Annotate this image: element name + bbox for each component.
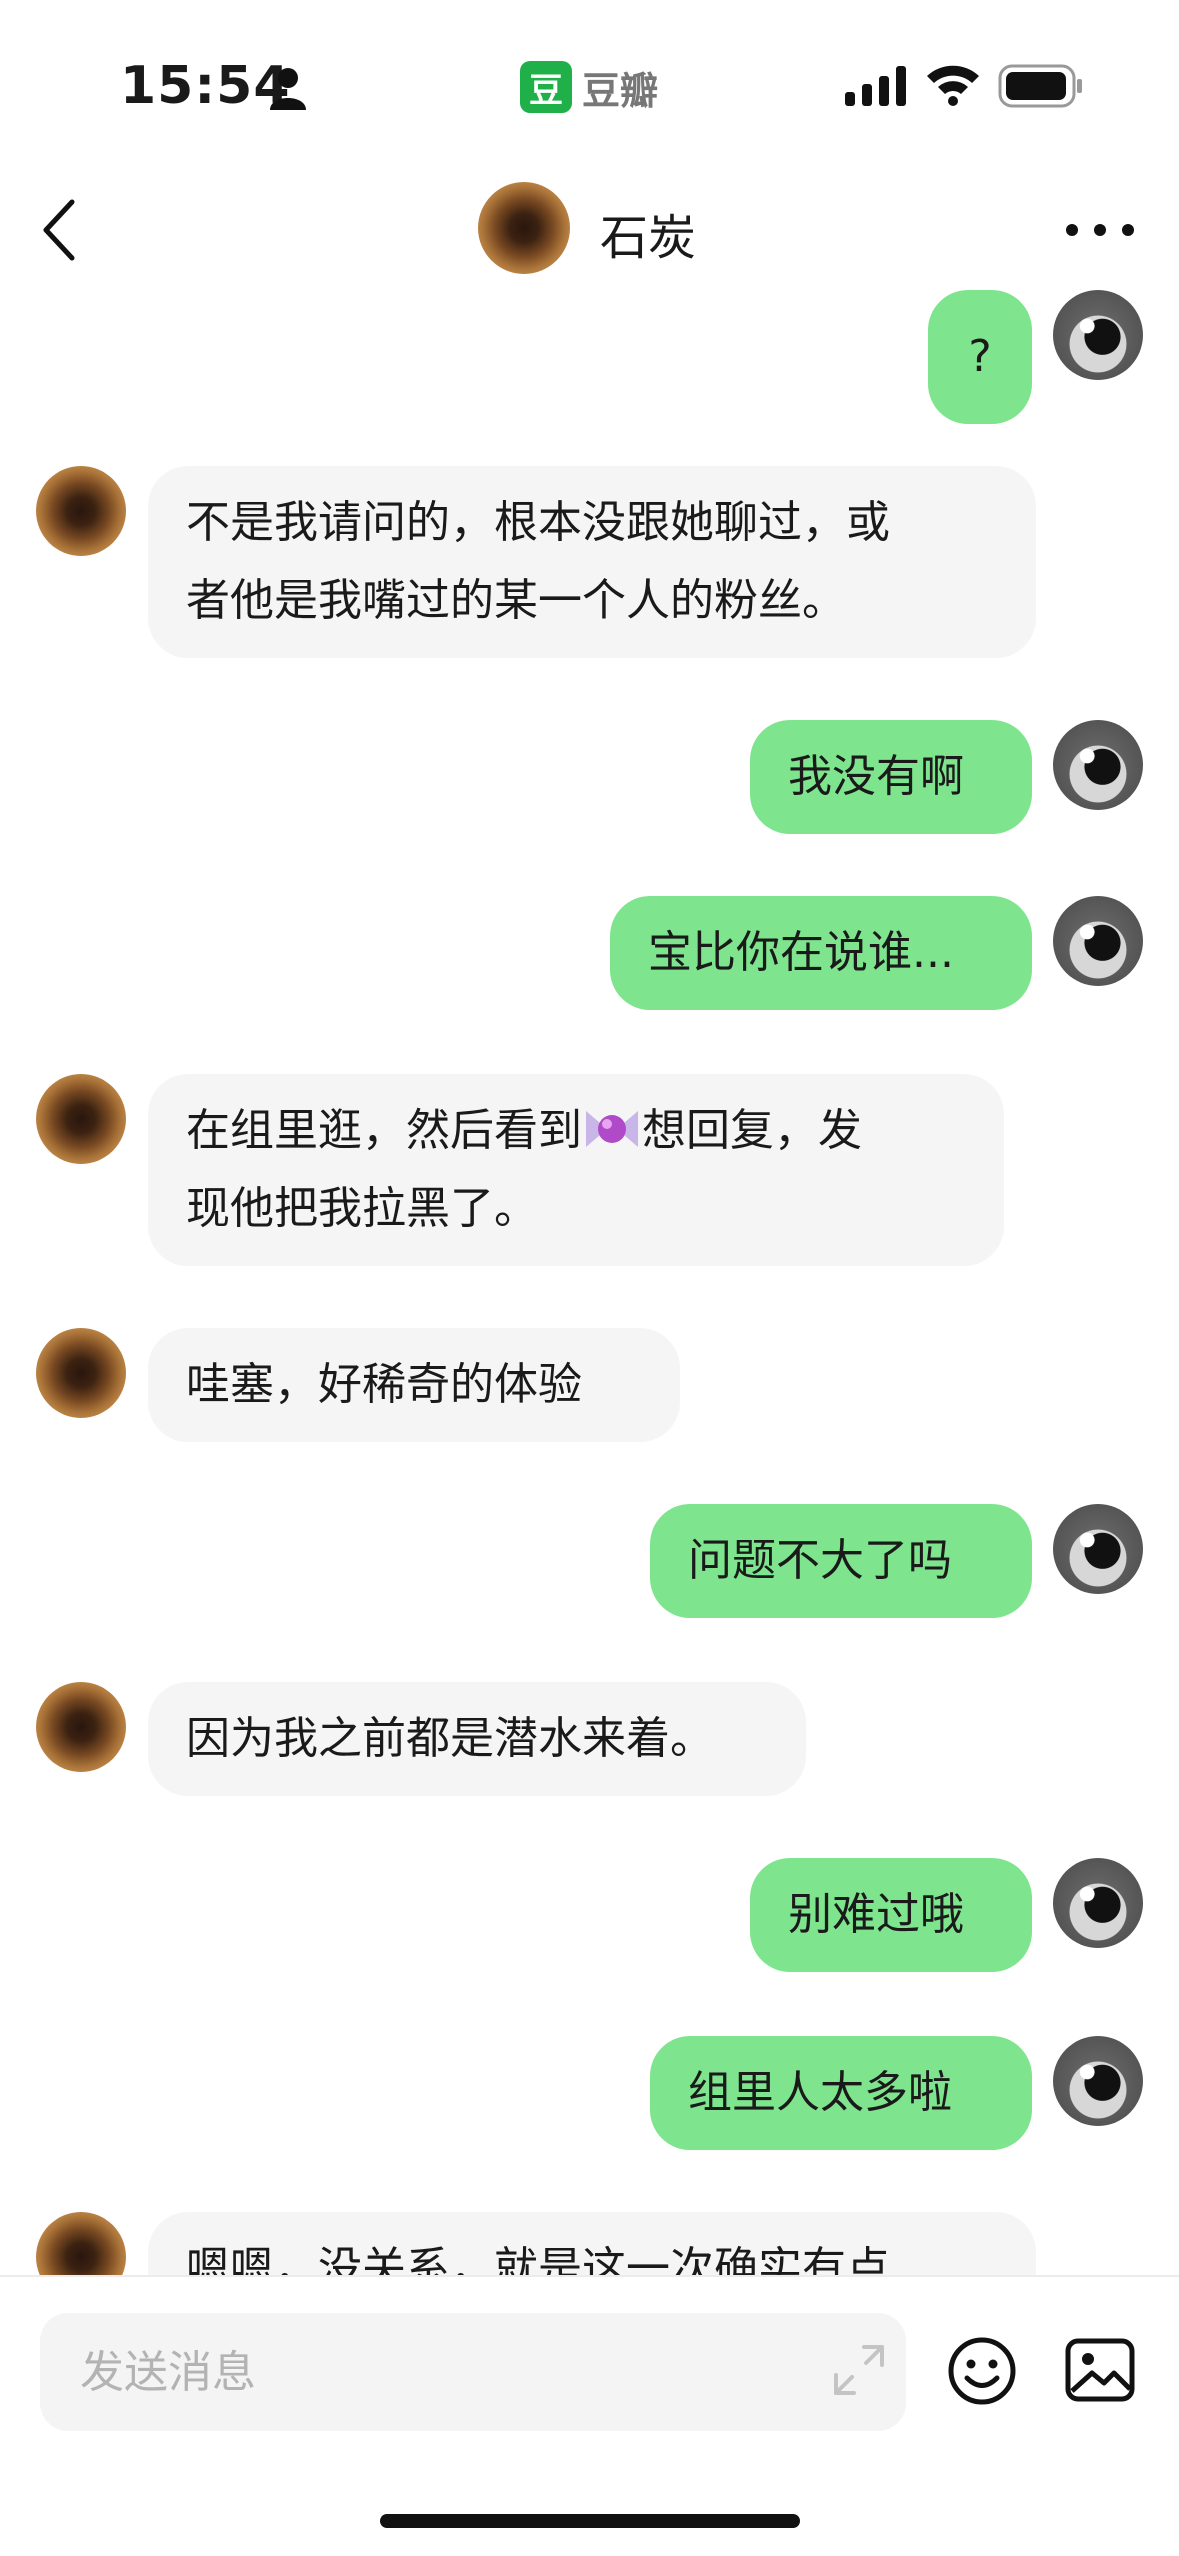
image-icon[interactable] — [1064, 2337, 1136, 2403]
message-text: 宝比你在说谁... — [648, 927, 954, 978]
douban-logo: 豆 — [520, 61, 572, 113]
message-list[interactable]: ? 不是我请问的，根本没跟她聊过，或 者他是我嘴过的某一个人的粉丝。 我没有啊 … — [0, 290, 1179, 2275]
message-text: 组里人太多啦 — [688, 2067, 952, 2118]
more-icon[interactable] — [1060, 210, 1140, 250]
message-text: ? — [968, 331, 992, 382]
message-bubble-theirs[interactable]: 哇塞，好稀奇的体验 — [148, 1328, 680, 1442]
app-badge[interactable]: 豆 豆瓣 — [520, 58, 658, 116]
emoji-icon[interactable] — [946, 2335, 1018, 2407]
status-time: 15:54 — [120, 56, 291, 116]
contact-avatar[interactable] — [36, 1074, 126, 1164]
message-bubble-mine[interactable]: 宝比你在说谁... — [610, 896, 1032, 1010]
message-text: 我没有啊 — [788, 751, 964, 802]
message-text: 在组里逛，然后看到 — [186, 1105, 582, 1156]
expand-icon[interactable] — [830, 2341, 888, 2399]
signal-icon — [845, 66, 906, 106]
message-bubble-theirs[interactable]: 在组里逛，然后看到 想回复，发 现他把我拉黑了。 — [148, 1074, 1004, 1266]
my-avatar[interactable] — [1053, 1858, 1143, 1948]
message-input[interactable] — [40, 2313, 906, 2431]
candy-icon — [586, 1111, 638, 1147]
contact-avatar[interactable] — [36, 466, 126, 556]
message-bubble-mine[interactable]: 我没有啊 — [750, 720, 1032, 834]
message-bubble-mine[interactable]: ? — [928, 290, 1032, 424]
message-text: 别难过哦 — [788, 1889, 964, 1940]
message-text: 不是我请问的，根本没跟她聊过，或 者他是我嘴过的某一个人的粉丝。 — [186, 497, 890, 626]
message-bubble-theirs[interactable]: 因为我之前都是潜水来着。 — [148, 1682, 806, 1796]
battery-icon — [998, 64, 1082, 108]
message-bubble-mine[interactable]: 别难过哦 — [750, 1858, 1032, 1972]
message-text: 哇塞，好稀奇的体验 — [186, 1359, 582, 1410]
my-avatar[interactable] — [1053, 720, 1143, 810]
chat-header: 石炭 — [0, 170, 1179, 290]
my-avatar[interactable] — [1053, 896, 1143, 986]
message-text: 因为我之前都是潜水来着。 — [186, 1713, 714, 1764]
my-avatar[interactable] — [1053, 1504, 1143, 1594]
message-text: 问题不大了吗 — [688, 1535, 952, 1586]
status-bar: 15:54 豆 豆瓣 — [0, 0, 1179, 170]
message-bubble-theirs[interactable]: 不是我请问的，根本没跟她聊过，或 者他是我嘴过的某一个人的粉丝。 — [148, 466, 1036, 658]
contact-avatar[interactable] — [478, 182, 570, 274]
my-avatar[interactable] — [1053, 290, 1143, 380]
back-icon[interactable] — [32, 190, 92, 270]
wifi-icon — [927, 65, 979, 106]
contact-avatar[interactable] — [36, 2212, 126, 2275]
message-bubble-mine[interactable]: 组里人太多啦 — [650, 2036, 1032, 2150]
message-text: 嗯嗯，没关系，就是这一次确实有点 — [186, 2243, 890, 2275]
message-bubble-mine[interactable]: 问题不大了吗 — [650, 1504, 1032, 1618]
input-bar — [0, 2275, 1179, 2497]
chat-title[interactable]: 石炭 — [600, 198, 696, 268]
my-avatar[interactable] — [1053, 2036, 1143, 2126]
contact-avatar[interactable] — [36, 1682, 126, 1772]
home-indicator[interactable] — [380, 2514, 800, 2528]
app-name: 豆瓣 — [582, 68, 659, 113]
message-bubble-theirs[interactable]: 嗯嗯，没关系，就是这一次确实有点 — [148, 2212, 1036, 2275]
person-icon — [270, 68, 306, 110]
contact-avatar[interactable] — [36, 1328, 126, 1418]
